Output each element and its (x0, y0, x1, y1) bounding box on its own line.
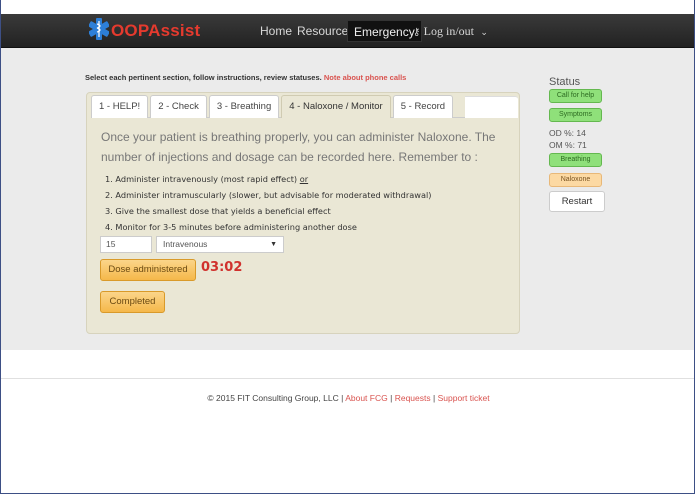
brand-name: OOPAssist (111, 21, 201, 40)
status-naloxone: Naloxone (549, 173, 602, 187)
top-margin (1, 0, 694, 14)
om-percent: OM %: 71 (549, 140, 587, 150)
step-tabs: 1 - HELP! 2 - Check 3 - Breathing 4 - Na… (91, 95, 455, 118)
key-icon: ⚷ (413, 27, 421, 38)
nav-resources[interactable]: Resources (297, 20, 354, 42)
status-breathing: Breathing (549, 153, 602, 167)
tab-naloxone-monitor[interactable]: 4 - Naloxone / Monitor (281, 95, 391, 118)
instructions-text: Select each pertinent section, follow in… (85, 73, 322, 82)
navbar: OOPAssist Home Resources Emergency ⚷ Log… (1, 14, 694, 48)
restart-button[interactable]: Restart (549, 191, 605, 212)
status-symptoms: Symptoms (549, 108, 602, 122)
tab-check[interactable]: 2 - Check (150, 95, 207, 118)
status-title: Status (549, 76, 581, 88)
step-item: 4. Monitor for 3-5 minutes before admini… (105, 222, 357, 232)
footer-divider (1, 378, 694, 379)
tab-help[interactable]: 1 - HELP! (91, 95, 149, 118)
chevron-down-icon: ⌄ (480, 27, 488, 37)
footer: © 2015 FIT Consulting Group, LLC | About… (1, 393, 694, 403)
dose-timer: 03:02 (201, 260, 243, 275)
dose-amount-input[interactable]: 15 (100, 236, 152, 253)
brand-logo[interactable]: OOPAssist (88, 17, 201, 46)
page-frame: OOPAssist Home Resources Emergency ⚷ Log… (0, 0, 695, 494)
nav-home[interactable]: Home (260, 20, 292, 42)
footer-separator: | (433, 393, 436, 403)
footer-separator: | (390, 393, 393, 403)
route-value: Intravenous (163, 239, 208, 249)
nav-login[interactable]: ⚷ Log in/out ⌄ (413, 20, 488, 42)
od-percent: OD %: 14 (549, 128, 586, 138)
step-item: 2. Administer intramuscularly (slower, b… (105, 190, 432, 200)
tab-breathing[interactable]: 3 - Breathing (208, 95, 280, 118)
tab-bar-fill (465, 96, 518, 118)
caret-down-icon: ▼ (270, 241, 277, 248)
copyright: © 2015 FIT Consulting Group, LLC | (207, 393, 344, 403)
naloxone-steps: 1. Administer intravenously (most rapid … (105, 171, 431, 235)
step-item: 3. Give the smallest dose that yields a … (105, 206, 331, 216)
medical-star-icon (88, 17, 110, 46)
route-select[interactable]: Intravenous ▼ (156, 236, 284, 253)
dose-administered-button[interactable]: Dose administered (100, 259, 196, 281)
phone-note-link[interactable]: Note about phone calls (324, 73, 407, 82)
requests-link[interactable]: Requests (395, 393, 431, 403)
step-item: 1. Administer intravenously (most rapid … (105, 174, 309, 184)
tab-record[interactable]: 5 - Record (392, 95, 454, 118)
about-link[interactable]: About FCG (345, 393, 388, 403)
nav-emergency[interactable]: Emergency (347, 20, 422, 42)
completed-button[interactable]: Completed (100, 291, 165, 313)
or-text: or (299, 174, 309, 184)
instructions: Select each pertinent section, follow in… (85, 73, 406, 82)
naloxone-intro: Once your patient is breathing properly,… (101, 130, 496, 164)
support-ticket-link[interactable]: Support ticket (438, 393, 490, 403)
login-label: Log in/out (423, 24, 475, 38)
status-call-for-help: Call for help (549, 89, 602, 103)
